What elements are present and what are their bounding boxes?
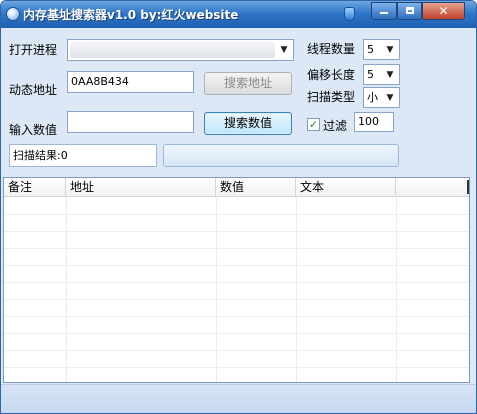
grid-column-line — [396, 196, 397, 382]
grid-row-line — [4, 282, 469, 283]
chevron-down-icon: ▼ — [386, 45, 394, 55]
grid-row-line — [4, 350, 469, 351]
filter-label: 过滤 — [323, 119, 348, 133]
grid-column-line — [216, 196, 217, 382]
chevron-down-icon: ▼ — [386, 93, 394, 103]
results-table[interactable]: 备注 地址 数值 文本 — [3, 177, 470, 383]
minimize-icon — [380, 12, 388, 14]
chevron-down-icon: ▼ — [280, 45, 288, 55]
scan-progress-bar — [163, 144, 399, 167]
column-header-value[interactable]: 数值 — [216, 178, 296, 196]
search-address-button[interactable]: 搜索地址 — [204, 72, 292, 95]
grid-row-line — [4, 299, 469, 300]
header-divider — [467, 180, 469, 194]
column-header-address[interactable]: 地址 — [66, 178, 216, 196]
grid-row-line — [4, 367, 469, 368]
grid-row-line — [4, 214, 469, 215]
filter-value-input[interactable]: 100 — [354, 112, 394, 132]
process-combo-field — [70, 42, 275, 58]
grid-row-line — [4, 316, 469, 317]
grid-row-line — [4, 333, 469, 334]
close-button[interactable]: ✕ — [422, 2, 465, 20]
scan-type-label: 扫描类型 — [307, 90, 356, 104]
grid-column-line — [66, 196, 67, 382]
thread-count-select[interactable]: 5 ▼ — [363, 39, 400, 60]
input-value-field[interactable] — [67, 111, 194, 133]
offset-length-value: 5 — [367, 68, 374, 81]
dynamic-address-input[interactable]: 0AA8B434 — [67, 71, 194, 93]
filter-checkbox[interactable]: ✓ — [307, 118, 320, 131]
grid-row-line — [4, 248, 469, 249]
input-value-label: 输入数值 — [9, 123, 58, 137]
app-icon — [6, 7, 20, 21]
tray-icon[interactable] — [344, 7, 355, 21]
column-header-note[interactable]: 备注 — [4, 178, 66, 196]
column-header-text[interactable]: 文本 — [296, 178, 396, 196]
window-title: 内存基址搜索器v1.0 by:红火website — [23, 8, 239, 22]
offset-length-label: 偏移长度 — [307, 68, 356, 82]
scan-type-value: 小 — [367, 91, 378, 104]
scan-type-select[interactable]: 小 ▼ — [363, 87, 400, 108]
search-value-button[interactable]: 搜索数值 — [204, 112, 292, 135]
status-bar — [1, 384, 476, 413]
open-process-label: 打开进程 — [9, 43, 58, 57]
grid-row-line — [4, 265, 469, 266]
dynamic-address-label: 动态地址 — [9, 83, 58, 97]
app-window: 内存基址搜索器v1.0 by:红火website ✕ 打开进程 ▼ 动态地址 0… — [0, 0, 477, 414]
minimize-button[interactable] — [371, 2, 397, 20]
grid-column-line — [296, 196, 297, 382]
thread-count-label: 线程数量 — [307, 42, 356, 56]
offset-length-select[interactable]: 5 ▼ — [363, 64, 400, 85]
client-area: 打开进程 ▼ 动态地址 0AA8B434 搜索地址 输入数值 搜索数值 线程数量… — [1, 28, 476, 413]
chevron-down-icon: ▼ — [386, 70, 394, 80]
maximize-button[interactable] — [397, 2, 422, 20]
close-icon: ✕ — [438, 4, 449, 18]
process-combo[interactable]: ▼ — [67, 39, 294, 61]
title-bar[interactable]: 内存基址搜索器v1.0 by:红火website ✕ — [1, 1, 476, 28]
thread-count-value: 5 — [367, 43, 374, 56]
maximize-icon — [405, 7, 414, 14]
scan-result-box: 扫描结果:0 — [9, 144, 157, 167]
table-header: 备注 地址 数值 文本 — [4, 178, 469, 197]
grid-row-line — [4, 231, 469, 232]
